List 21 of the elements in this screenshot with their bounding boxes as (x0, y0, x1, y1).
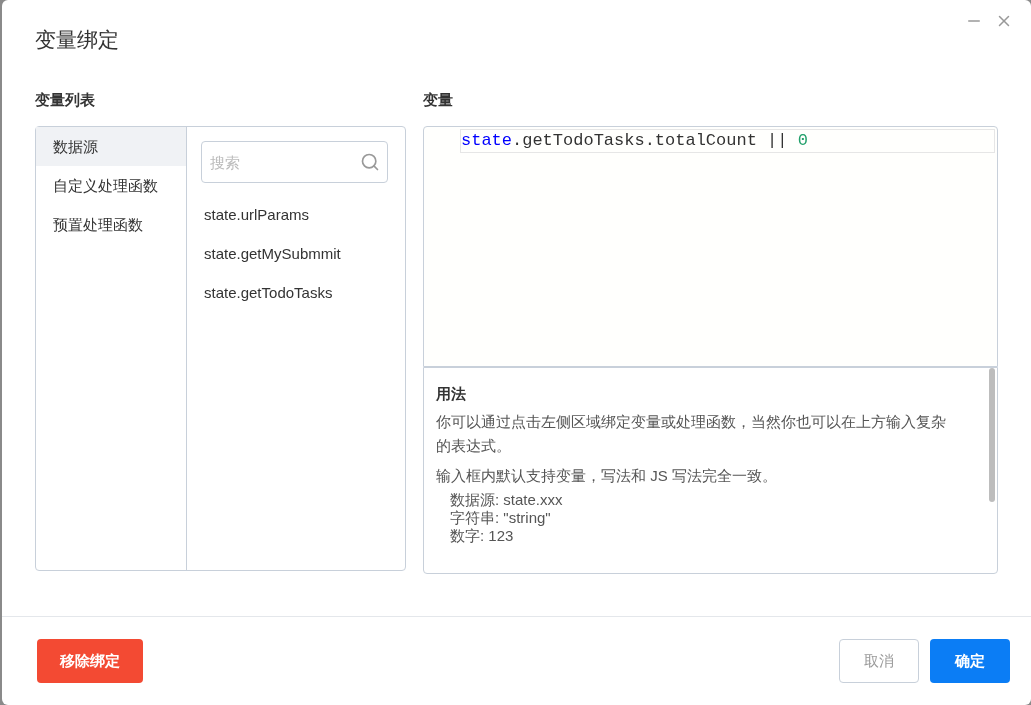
confirm-button[interactable]: 确定 (930, 639, 1010, 683)
dialog-title: 变量绑定 (35, 28, 119, 51)
category-item[interactable]: 自定义处理函数 (36, 166, 186, 205)
search-field[interactable]: 搜索 (201, 141, 388, 183)
remove-binding-button[interactable]: 移除绑定 (37, 639, 143, 683)
usage-text: 输入框内默认支持变量，写法和 JS 写法完全一致。 (436, 466, 778, 486)
usage-example: 字符串: "string" (449, 508, 552, 528)
variable-item[interactable]: state.urlParams (201, 195, 391, 234)
usage-example: 数据源: state.xxx (449, 490, 564, 510)
search-icon (360, 152, 380, 172)
usage-example: 数字: 123 (449, 526, 515, 546)
usage-title: 用法 (436, 384, 467, 404)
section-heading: 变量列表 (35, 90, 96, 110)
code-editor[interactable]: state.getTodoTasks.totalCount || 0 (423, 126, 998, 367)
scrollbar[interactable] (989, 368, 995, 502)
variable-item[interactable]: state.getTodoTasks (201, 273, 391, 312)
section-heading: 变量 (423, 90, 454, 110)
category-item[interactable]: 预置处理函数 (36, 205, 186, 244)
variable-item[interactable]: state.getMySubmmit (201, 234, 391, 273)
usage-text: 你可以通过点击左侧区域绑定变量或处理函数，当然你也可以在上方输入复杂的表达式。 (436, 412, 947, 456)
category-item[interactable]: 数据源 (36, 127, 186, 166)
